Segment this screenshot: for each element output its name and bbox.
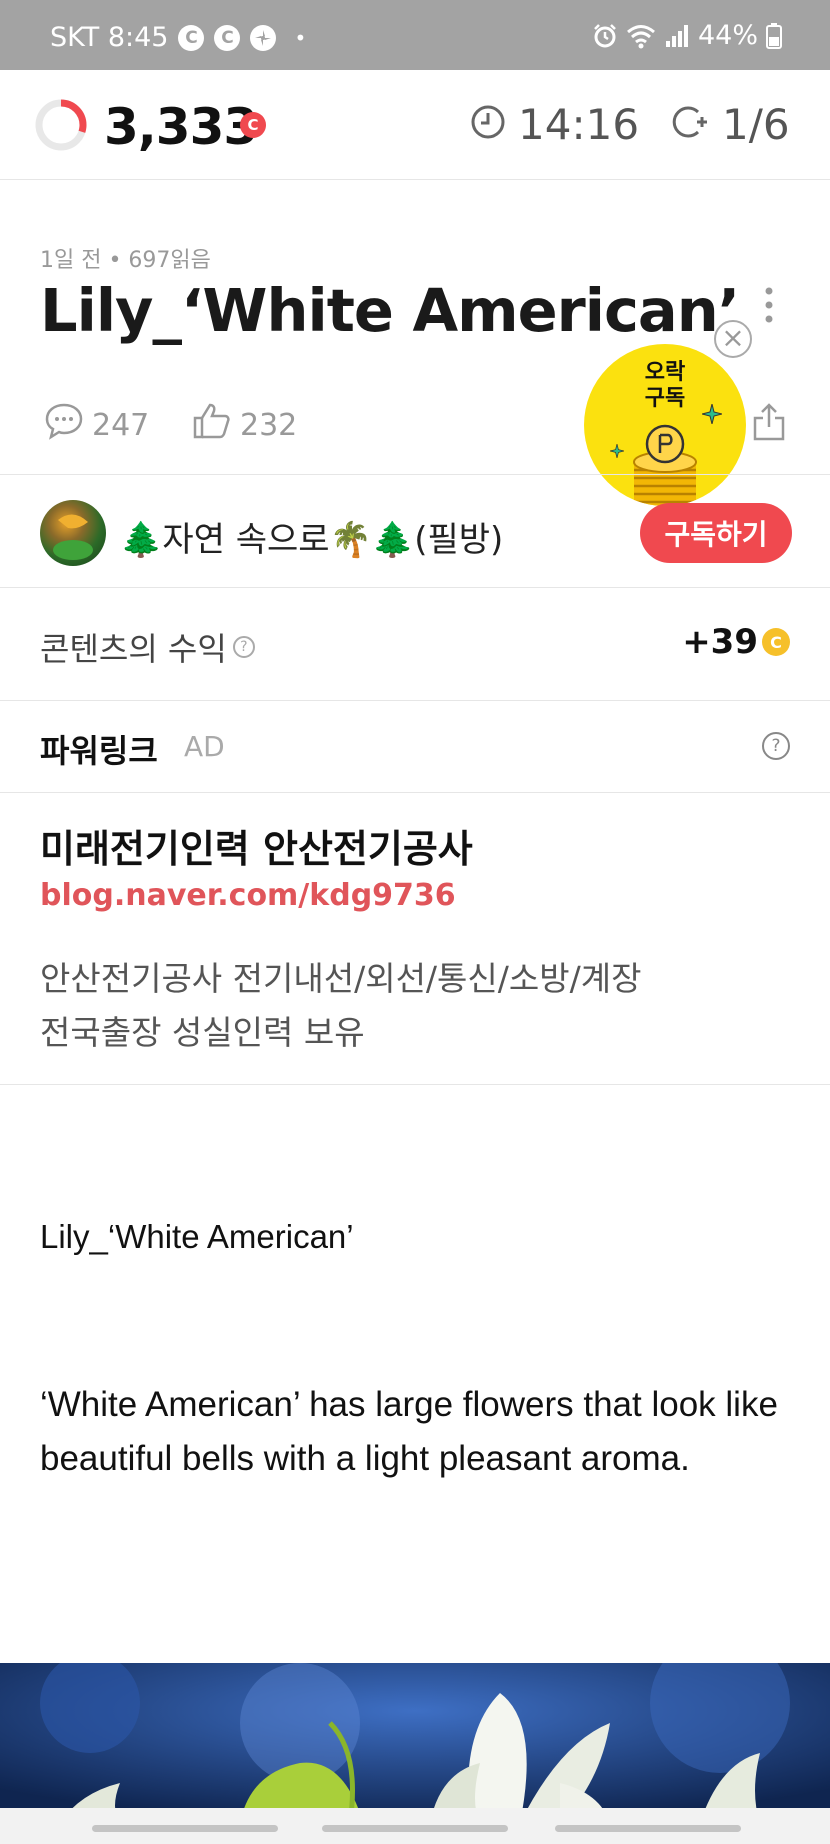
ad-title[interactable]: 미래전기인력 안산전기공사 — [40, 818, 473, 873]
thumbs-up-icon — [192, 402, 232, 448]
nav-pill[interactable] — [92, 1825, 278, 1832]
status-dot: • — [294, 25, 307, 50]
revenue-value: +39 — [682, 622, 758, 662]
more-options-icon[interactable] — [762, 286, 776, 330]
top-app-bar: 3,333 C 14:16 1/6 — [0, 70, 830, 180]
ad-url-link[interactable]: blog.naver.com/kdg9736 — [40, 878, 456, 913]
carrier-time: SKT 8:45 — [50, 22, 169, 53]
like-count-button[interactable]: 232 — [192, 402, 297, 448]
reading-timer: 14:16 — [518, 100, 640, 149]
lily-photo — [0, 1663, 830, 1823]
promo-label-line2: 구독 — [644, 386, 686, 411]
ad-description: 안산전기공사 전기내선/외선/통신/소방/계장 전국출장 성실인력 보유 — [40, 952, 641, 1060]
divider — [0, 474, 830, 475]
promo-label-line1: 오락 — [644, 360, 686, 385]
revenue-label: 콘텐츠의 수익 — [40, 630, 227, 668]
ad-desc-line: 안산전기공사 전기내선/외선/통신/소방/계장 — [40, 959, 642, 998]
powerlink-title: 파워링크 — [40, 732, 158, 770]
body-paragraph: ‘White American’ has large flowers that … — [40, 1385, 778, 1478]
comment-icon — [44, 402, 84, 448]
nav-pill[interactable] — [555, 1825, 741, 1832]
gesture-nav-bar — [0, 1808, 830, 1844]
battery-icon — [766, 22, 782, 49]
comment-count-button[interactable]: 247 — [44, 402, 149, 448]
ad-desc-line: 전국출장 성실인력 보유 — [40, 1013, 365, 1052]
coin-count: 3,333 — [104, 98, 258, 156]
notification-c-icon: C — [214, 24, 241, 51]
coin-stack-icon — [633, 424, 697, 506]
page-counter: 1/6 — [722, 100, 790, 149]
divider — [0, 587, 830, 588]
wifi-icon — [626, 23, 656, 49]
content-revenue-row: 콘텐츠의 수익 ? — [40, 624, 255, 670]
author-avatar[interactable] — [40, 500, 106, 566]
status-right: 44% — [592, 20, 782, 51]
divider — [0, 792, 830, 793]
coin-plus-icon — [670, 104, 710, 144]
help-icon[interactable]: ? — [232, 636, 255, 658]
sparkle-icon — [702, 404, 722, 424]
status-left: SKT 8:45 C C • — [50, 22, 306, 53]
divider — [0, 700, 830, 701]
coin-icon: C — [762, 628, 790, 656]
author-name[interactable]: 🌲자연 속으로🌴🌲(필방) — [120, 512, 503, 561]
divider — [0, 1084, 830, 1085]
nav-pill[interactable] — [322, 1825, 508, 1832]
sparkle-icon — [610, 444, 624, 458]
close-icon[interactable]: × — [714, 320, 752, 358]
alarm-icon — [592, 23, 618, 49]
subscribe-button[interactable]: 구독하기 — [640, 503, 792, 563]
fan-notification-icon — [250, 24, 277, 51]
status-bar: SKT 8:45 C C • 44% — [0, 0, 830, 70]
like-count: 232 — [240, 407, 298, 443]
comment-count: 247 — [92, 407, 150, 443]
help-icon[interactable]: ? — [762, 732, 790, 760]
body-heading: Lily_‘White American’ — [40, 1218, 354, 1255]
clock-icon — [470, 104, 506, 144]
ad-tag: AD — [184, 730, 225, 763]
revenue-value-group: +39 C — [682, 622, 790, 662]
article-meta: 1일 전 • 697읽음 — [40, 248, 211, 273]
notification-c-icon: C — [178, 24, 205, 51]
article-title: Lily_‘White American’ — [40, 276, 740, 345]
signal-icon — [664, 23, 690, 49]
battery-percent: 44% — [697, 20, 758, 51]
coin-badge-icon: C — [240, 112, 266, 138]
share-icon[interactable] — [752, 402, 786, 446]
subscribe-promo-badge[interactable]: 오락 구독 — [584, 344, 746, 506]
reading-progress-ring — [35, 99, 87, 151]
